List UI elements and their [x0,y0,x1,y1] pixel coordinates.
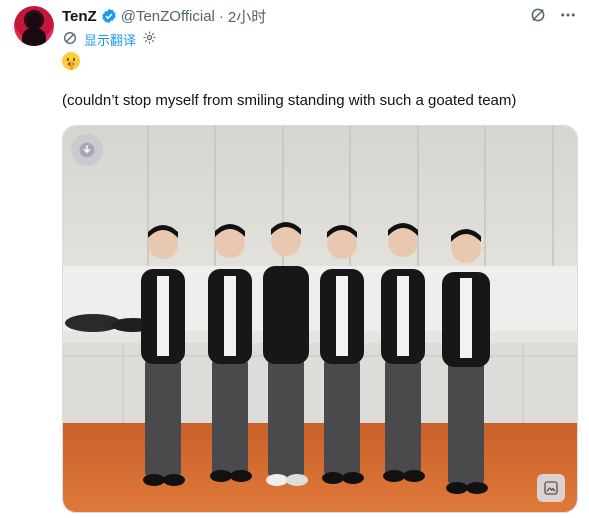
top-actions [529,6,577,24]
gear-icon[interactable] [142,30,157,48]
timestamp[interactable]: 2小时 [228,6,266,27]
avatar-body [22,28,46,46]
tweet-photo[interactable] [62,125,578,513]
grok-icon[interactable] [529,6,547,24]
avatar-head [27,13,41,28]
author-name[interactable]: TenZ [62,8,97,25]
tweet-text: (couldn’t stop myself from smiling stand… [62,92,517,109]
verified-badge-icon [101,8,117,24]
avatar[interactable] [14,6,54,46]
more-icon[interactable] [559,6,577,24]
translate-icon [62,30,78,49]
image-edit-icon[interactable] [537,474,565,502]
show-translation-link[interactable]: 显示翻译 [84,30,136,49]
author-handle[interactable]: @TenZOfficial [121,8,215,25]
shushing-face-emoji [62,52,80,70]
translate-row: 显示翻译 [62,30,157,48]
separator-dot: · [218,7,224,25]
tweet-header: TenZ @TenZOfficial · 2小时 [62,6,266,26]
download-icon[interactable] [71,134,103,166]
